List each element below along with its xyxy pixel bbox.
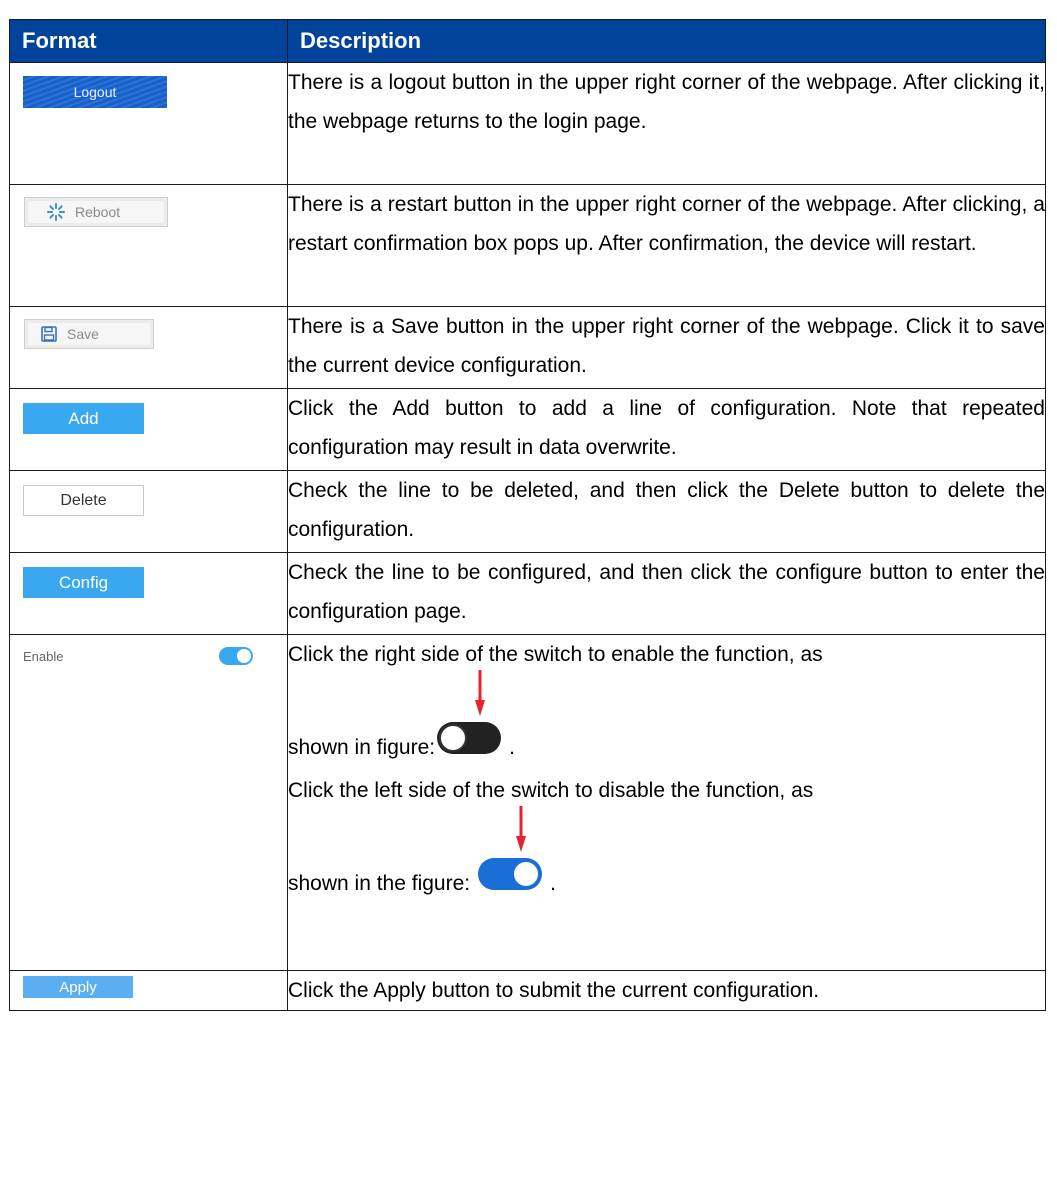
reboot-button[interactable]: Reboot: [24, 197, 168, 227]
table-row: Config Check the line to be configured, …: [9, 552, 1046, 635]
enable-label: Enable: [23, 649, 64, 664]
delete-button[interactable]: Delete: [23, 485, 144, 516]
disable-figure-line: shown in the figure:.: [288, 806, 1045, 903]
toggle-switch-on-icon: [478, 858, 543, 890]
enable-toggle[interactable]: [219, 647, 253, 665]
enable-figure-line: shown in figure:.: [288, 670, 1045, 767]
save-label: Save: [67, 326, 99, 342]
description-cell: Check the line to be deleted, and then c…: [287, 470, 1046, 553]
format-cell: Config: [9, 552, 288, 635]
description-cell: Click the Apply button to submit the cur…: [287, 970, 1046, 1011]
format-cell: Enable: [9, 634, 288, 971]
save-button[interactable]: Save: [24, 319, 154, 349]
format-description-table: Format Description Logout There is a log…: [9, 19, 1046, 1011]
table-header-row: Format Description: [9, 19, 1046, 63]
format-cell: Apply: [9, 970, 288, 1011]
switch-off-figure: [437, 670, 502, 767]
table-row: Save There is a Save button in the upper…: [9, 306, 1046, 389]
table-row: Logout There is a logout button in the u…: [9, 62, 1046, 185]
description-cell: Click the Add button to add a line of co…: [287, 388, 1046, 471]
description-cell: There is a logout button in the upper ri…: [287, 62, 1046, 185]
format-cell: Add: [9, 388, 288, 471]
spinner-icon: [47, 203, 65, 221]
table-row: Add Click the Add button to add a line o…: [9, 388, 1046, 471]
apply-button[interactable]: Apply: [23, 976, 133, 998]
toggle-switch-off-icon: [437, 722, 502, 754]
config-button[interactable]: Config: [23, 567, 144, 598]
format-cell: Save: [9, 306, 288, 389]
logout-button[interactable]: Logout: [23, 76, 167, 108]
red-arrow-icon: [516, 806, 527, 852]
table-row: Delete Check the line to be deleted, and…: [9, 470, 1046, 553]
table-row: Enable Click the right side of the switc…: [9, 634, 1046, 971]
table-row: Reboot There is a restart button in the …: [9, 184, 1046, 307]
floppy-disk-icon: [41, 326, 57, 342]
description-cell: Click the right side of the switch to en…: [287, 634, 1046, 971]
switch-on-figure: [478, 806, 543, 903]
enable-instruction: Click the right side of the switch to en…: [288, 643, 823, 666]
disable-instruction: Click the left side of the switch to dis…: [288, 779, 814, 802]
format-cell: Logout: [9, 62, 288, 185]
header-format: Format: [9, 19, 288, 63]
format-cell: Reboot: [9, 184, 288, 307]
reboot-label: Reboot: [75, 204, 121, 220]
format-cell: Delete: [9, 470, 288, 553]
add-button[interactable]: Add: [23, 403, 144, 434]
red-arrow-icon: [475, 670, 486, 716]
description-cell: There is a Save button in the upper righ…: [287, 306, 1046, 389]
description-cell: Check the line to be configured, and the…: [287, 552, 1046, 635]
description-cell: There is a restart button in the upper r…: [287, 184, 1046, 307]
header-description: Description: [287, 19, 1046, 63]
table-row: Apply Click the Apply button to submit t…: [9, 970, 1046, 1011]
